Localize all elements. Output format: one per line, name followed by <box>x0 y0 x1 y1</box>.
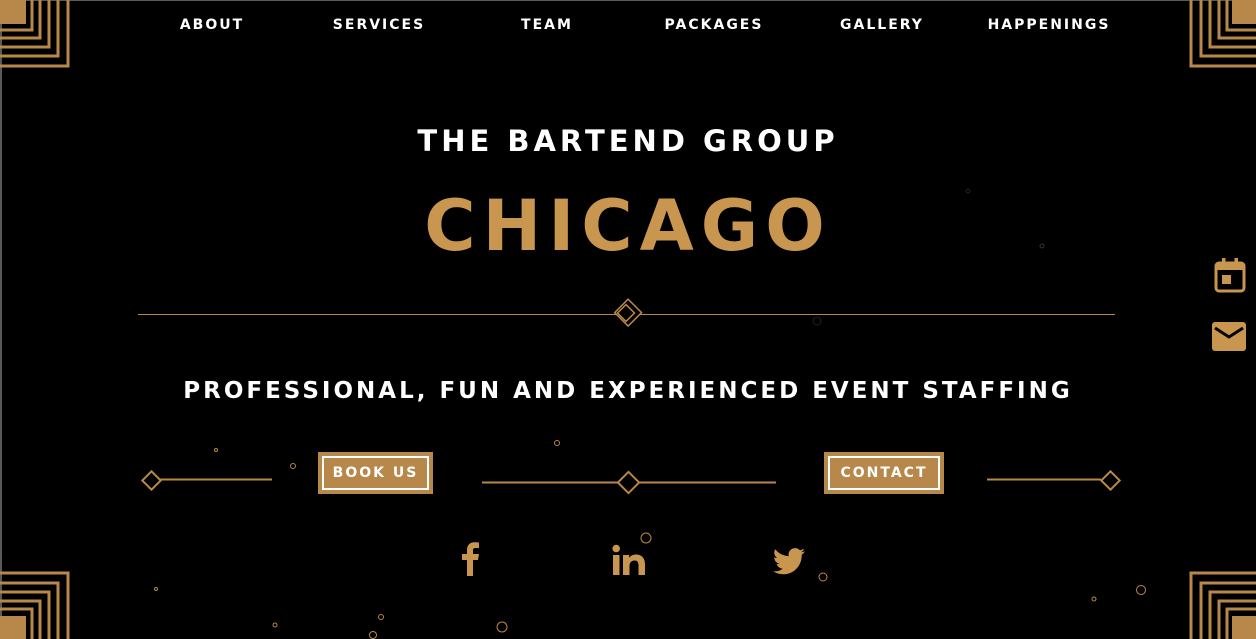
nav-about[interactable]: ABOUT <box>180 17 244 33</box>
mail-icon[interactable] <box>1212 322 1246 351</box>
book-us-button[interactable]: BOOK US <box>318 452 433 494</box>
row-diamond-center <box>616 470 641 495</box>
row-diamond-left <box>140 469 163 492</box>
contact-label: CONTACT <box>828 456 940 490</box>
facebook-icon[interactable] <box>459 542 483 576</box>
main-nav: ABOUT SERVICES TEAM PACKAGES GALLERY HAP… <box>0 17 1256 37</box>
page-title: THE BARTEND GROUP <box>417 124 839 158</box>
calendar-icon[interactable] <box>1214 258 1246 293</box>
nav-services[interactable]: SERVICES <box>333 17 425 33</box>
nav-happenings[interactable]: HAPPENINGS <box>988 17 1111 33</box>
nav-gallery[interactable]: GALLERY <box>840 17 924 33</box>
city-heading: CHICAGO <box>424 185 832 267</box>
twitter-icon[interactable] <box>773 548 805 575</box>
tagline: PROFESSIONAL, FUN AND EXPERIENCED EVENT … <box>183 378 1073 404</box>
row-diamond-right <box>1099 469 1122 492</box>
contact-button[interactable]: CONTACT <box>824 452 944 494</box>
linkedin-icon[interactable] <box>612 544 646 576</box>
corner-ornament-bottom-left <box>0 571 70 639</box>
nav-team[interactable]: TEAM <box>521 17 573 33</box>
corner-ornament-bottom-right <box>1189 571 1256 639</box>
book-us-label: BOOK US <box>322 456 429 490</box>
nav-packages[interactable]: PACKAGES <box>665 17 764 33</box>
